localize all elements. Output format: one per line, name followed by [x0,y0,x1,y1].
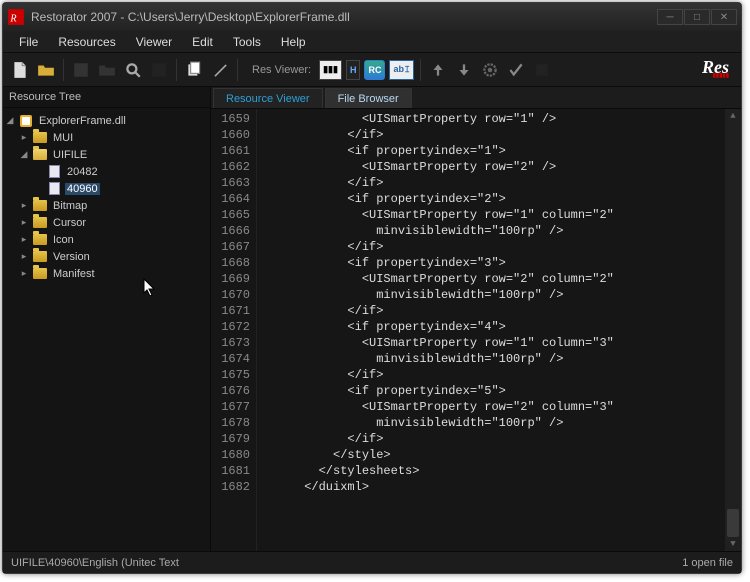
code-source[interactable]: <UISmartProperty row="1" /> </if> <if pr… [257,109,725,551]
tree-folder[interactable]: ▸MUI [5,129,208,146]
tree-root[interactable]: ◢ ExplorerFrame.dll [5,112,208,129]
resviewer-abi-icon[interactable]: ab𝙸 [389,60,414,80]
statusbar: UIFILE\40960\English (Unitec Text 1 open… [3,551,741,573]
app-icon: R [7,8,25,26]
scroll-up-icon[interactable]: ▲ [725,109,741,123]
tree-folder[interactable]: ▸Cursor [5,214,208,231]
resource-tree-pane: Resource Tree ◢ ExplorerFrame.dll ▸MUI◢U… [3,87,211,551]
gear-icon[interactable] [479,59,501,81]
copy-icon[interactable] [183,59,205,81]
tree-folder[interactable]: ▸Icon [5,231,208,248]
titlebar[interactable]: R Restorator 2007 - C:\Users\Jerry\Deskt… [3,3,741,31]
dll-icon [18,114,34,128]
resource-tree[interactable]: ◢ ExplorerFrame.dll ▸MUI◢UIFILE204824096… [3,108,210,551]
resviewer-binary-icon[interactable]: ▮▮▮ [319,60,342,80]
dark-icon[interactable] [148,59,170,81]
close-button[interactable]: ✕ [711,9,737,25]
tree-folder[interactable]: ▸Bitmap [5,197,208,214]
open-file-icon[interactable] [35,59,57,81]
app-logo: Res▮▮▮▮▮ [702,60,735,79]
menu-edit[interactable]: Edit [182,33,223,51]
tree-folder[interactable]: ▸Manifest [5,265,208,282]
menubar: File Resources Viewer Edit Tools Help [3,31,741,53]
tab-file-browser[interactable]: File Browser [325,88,412,108]
tabs: Resource Viewer File Browser [211,87,741,109]
folder-icon[interactable] [96,59,118,81]
check-icon[interactable] [505,59,527,81]
tree-item[interactable]: 40960 [5,180,208,197]
scroll-down-icon[interactable]: ▼ [725,537,741,551]
code-viewer[interactable]: 1659166016611662166316641665166616671668… [211,109,741,551]
resviewer-rc-icon[interactable]: RC [364,60,385,80]
tree-folder[interactable]: ▸Version [5,248,208,265]
menu-viewer[interactable]: Viewer [126,33,182,51]
content-area: Resource Tree ◢ ExplorerFrame.dll ▸MUI◢U… [3,87,741,551]
maximize-button[interactable]: □ [684,9,710,25]
menu-file[interactable]: File [9,33,48,51]
right-pane: Resource Viewer File Browser 16591660166… [211,87,741,551]
menu-tools[interactable]: Tools [223,33,271,51]
tree-folder[interactable]: ◢UIFILE [5,146,208,163]
line-gutter: 1659166016611662166316641665166616671668… [211,109,257,551]
menu-help[interactable]: Help [271,33,316,51]
up-arrow-icon[interactable] [427,59,449,81]
status-right: 1 open file [682,557,733,569]
down-arrow-icon[interactable] [453,59,475,81]
save-icon[interactable] [70,59,92,81]
menu-resources[interactable]: Resources [48,33,125,51]
search-icon[interactable] [122,59,144,81]
resviewer-hex-icon[interactable]: H [346,60,361,80]
toolbar: Res Viewer: ▮▮▮ H RC ab𝙸 Res▮▮▮▮▮ [3,53,741,87]
vertical-scrollbar[interactable]: ▲ ▼ [725,109,741,551]
tab-resource-viewer[interactable]: Resource Viewer [213,88,323,108]
scroll-thumb[interactable] [727,509,739,537]
app-window: R Restorator 2007 - C:\Users\Jerry\Deskt… [2,2,742,574]
tree-item[interactable]: 20482 [5,163,208,180]
svg-text:R: R [9,14,16,25]
new-file-icon[interactable] [9,59,31,81]
brush-icon[interactable] [209,59,231,81]
minimize-button[interactable]: ─ [657,9,683,25]
resviewer-label: Res Viewer: [252,64,311,76]
tree-title: Resource Tree [3,87,210,108]
window-title: Restorator 2007 - C:\Users\Jerry\Desktop… [31,10,657,24]
status-left: UIFILE\40960\English (Unitec Text [11,557,179,569]
dark-square-icon[interactable] [531,59,553,81]
